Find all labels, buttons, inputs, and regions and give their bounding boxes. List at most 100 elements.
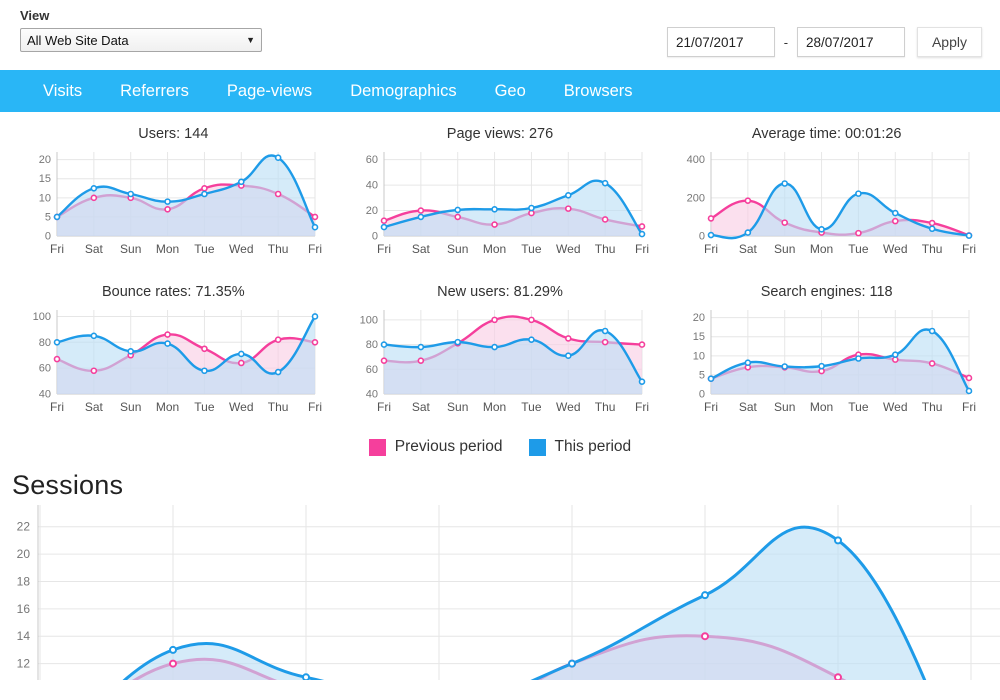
data-point[interactable] <box>312 339 319 346</box>
data-point[interactable] <box>928 360 936 367</box>
data-point[interactable] <box>965 232 972 239</box>
data-point[interactable] <box>854 229 862 237</box>
data-point[interactable] <box>491 316 498 324</box>
data-point[interactable] <box>238 350 245 358</box>
nav-tab-browsers[interactable]: Browsers <box>545 70 652 112</box>
data-point[interactable] <box>744 197 751 204</box>
data-point[interactable] <box>127 190 135 198</box>
data-point[interactable] <box>601 327 609 335</box>
data-point[interactable] <box>54 213 61 221</box>
data-point[interactable] <box>701 591 709 600</box>
data-point[interactable] <box>564 352 572 360</box>
data-point[interactable] <box>127 348 135 355</box>
apply-button[interactable]: Apply <box>916 27 982 57</box>
data-point[interactable] <box>275 336 282 344</box>
data-point[interactable] <box>380 357 388 364</box>
data-point[interactable] <box>817 362 825 370</box>
data-point[interactable] <box>928 219 936 227</box>
data-point[interactable] <box>928 225 936 233</box>
data-point[interactable] <box>90 367 98 375</box>
data-point[interactable] <box>834 536 842 545</box>
data-point[interactable] <box>528 209 535 217</box>
data-point[interactable] <box>454 213 461 221</box>
data-point[interactable] <box>528 336 535 343</box>
data-point[interactable] <box>491 221 498 228</box>
data-point[interactable] <box>707 215 714 222</box>
data-point[interactable] <box>417 343 425 351</box>
data-point[interactable] <box>891 217 899 225</box>
data-point[interactable] <box>491 205 498 213</box>
data-point[interactable] <box>302 673 310 680</box>
view-select[interactable]: All Web Site Data ▼ <box>20 28 262 52</box>
data-point[interactable] <box>90 184 98 192</box>
data-point[interactable] <box>201 184 209 192</box>
data-point[interactable] <box>417 357 425 364</box>
data-point[interactable] <box>928 327 936 335</box>
data-point[interactable] <box>380 223 388 231</box>
data-point[interactable] <box>701 632 709 641</box>
data-point[interactable] <box>781 363 788 370</box>
data-point[interactable] <box>380 217 388 225</box>
data-point[interactable] <box>417 207 425 214</box>
data-point[interactable] <box>638 378 646 385</box>
data-point[interactable] <box>169 659 177 668</box>
data-point[interactable] <box>638 341 646 348</box>
data-point[interactable] <box>638 230 646 238</box>
data-point[interactable] <box>454 338 461 346</box>
data-point[interactable] <box>965 387 972 395</box>
data-point[interactable] <box>744 229 751 236</box>
data-point[interactable] <box>312 223 319 231</box>
data-point[interactable] <box>201 190 209 198</box>
data-point[interactable] <box>380 341 388 348</box>
data-point[interactable] <box>528 316 535 324</box>
data-point[interactable] <box>312 313 319 320</box>
data-point[interactable] <box>238 178 245 186</box>
data-point[interactable] <box>164 205 172 213</box>
data-point[interactable] <box>275 368 282 376</box>
nav-tab-page-views[interactable]: Page-views <box>208 70 331 112</box>
data-point[interactable] <box>164 340 172 347</box>
data-point[interactable] <box>834 673 842 680</box>
legend-item[interactable]: This period <box>528 438 631 456</box>
data-point[interactable] <box>707 375 714 383</box>
data-point[interactable] <box>601 216 609 223</box>
data-point[interactable] <box>201 367 209 375</box>
data-point[interactable] <box>417 213 425 221</box>
nav-tab-referrers[interactable]: Referrers <box>101 70 208 112</box>
data-point[interactable] <box>638 223 646 230</box>
data-point[interactable] <box>169 645 177 654</box>
data-point[interactable] <box>238 359 245 367</box>
data-point[interactable] <box>564 335 572 342</box>
data-point[interactable] <box>891 351 899 358</box>
data-point[interactable] <box>54 355 61 363</box>
legend-item[interactable]: Previous period <box>368 438 503 456</box>
data-point[interactable] <box>601 179 609 187</box>
data-point[interactable] <box>528 204 535 212</box>
nav-tab-visits[interactable]: Visits <box>24 70 101 112</box>
data-point[interactable] <box>90 194 98 202</box>
date-to-input[interactable]: 28/07/2017 <box>796 27 905 57</box>
data-point[interactable] <box>54 339 61 346</box>
data-point[interactable] <box>164 331 172 338</box>
data-point[interactable] <box>90 332 98 340</box>
data-point[interactable] <box>965 374 972 382</box>
data-point[interactable] <box>491 343 498 351</box>
nav-tab-demographics[interactable]: Demographics <box>331 70 475 112</box>
data-point[interactable] <box>854 355 862 362</box>
data-point[interactable] <box>564 191 572 199</box>
data-point[interactable] <box>744 359 751 366</box>
data-point[interactable] <box>164 198 172 205</box>
data-point[interactable] <box>454 206 461 214</box>
data-point[interactable] <box>854 190 862 197</box>
data-point[interactable] <box>275 154 282 162</box>
data-point[interactable] <box>564 205 572 212</box>
nav-tab-geo[interactable]: Geo <box>476 70 545 112</box>
data-point[interactable] <box>601 338 609 346</box>
data-point[interactable] <box>275 190 282 198</box>
data-point[interactable] <box>781 219 788 226</box>
data-point[interactable] <box>781 180 788 187</box>
data-point[interactable] <box>201 345 209 353</box>
data-point[interactable] <box>891 209 899 217</box>
data-point[interactable] <box>707 231 714 239</box>
data-point[interactable] <box>312 213 319 221</box>
